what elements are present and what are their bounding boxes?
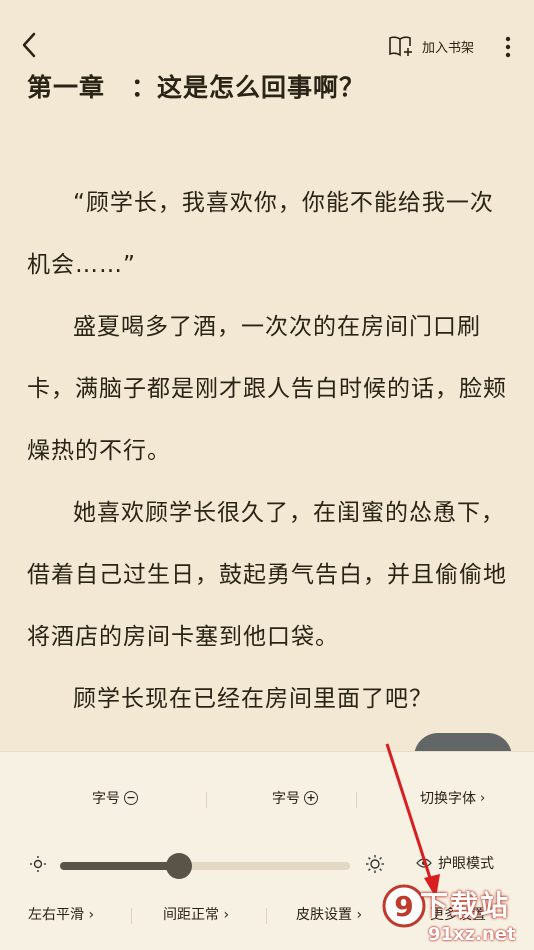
skin-settings-label: 皮肤设置: [296, 907, 352, 923]
font-size-increase-button[interactable]: 字号 +: [272, 788, 318, 808]
minus-icon: −: [124, 791, 138, 805]
font-settings-row: 字号 − 字号 + 切换字体 ›: [0, 788, 534, 812]
brightness-slider-thumb[interactable]: [166, 853, 192, 879]
brightness-slider[interactable]: [60, 853, 350, 879]
add-to-shelf-label: 加入书架: [422, 40, 475, 56]
back-arrow-icon[interactable]: [14, 28, 44, 62]
divider: [356, 792, 357, 808]
eye-care-label: 护眼模式: [438, 856, 494, 872]
divider: [266, 908, 267, 924]
font-size-label: 字号: [92, 791, 120, 807]
paragraph: 她喜欢顾学长很久了，在闺蜜的怂恿下，借着自己过生日，鼓起勇气告白，并且偷偷地将酒…: [27, 500, 507, 650]
add-to-shelf-button[interactable]: 加入书架: [388, 32, 474, 60]
font-size-label: 字号: [272, 791, 300, 807]
chevron-right-icon: ›: [219, 907, 230, 923]
page-turn-label: 左右平滑: [28, 907, 84, 923]
divider: [206, 792, 207, 808]
eye-care-mode-toggle[interactable]: 护眼模式: [416, 853, 494, 873]
brightness-high-icon: [366, 855, 384, 873]
page-turn-mode-button[interactable]: 左右平滑 ›: [28, 904, 94, 924]
font-size-decrease-button[interactable]: 字号 −: [92, 788, 138, 808]
chevron-right-icon: ›: [480, 790, 486, 806]
chevron-right-icon: ›: [352, 907, 363, 923]
book-add-icon: [389, 36, 412, 57]
top-bar: 加入书架: [0, 0, 534, 72]
skin-settings-button[interactable]: 皮肤设置 ›: [296, 904, 362, 924]
site-watermark: 9 下载站 91xz.net: [376, 880, 534, 950]
line-spacing-label: 间距正常: [163, 907, 219, 923]
divider: [131, 908, 132, 924]
plus-icon: +: [304, 791, 318, 805]
brightness-low-icon: [30, 856, 46, 872]
switch-font-label: 切换字体: [420, 791, 476, 807]
svg-text:9: 9: [394, 890, 413, 923]
line-spacing-button[interactable]: 间距正常 ›: [163, 904, 229, 924]
paragraph: “顾学长，我喜欢你，你能不能给我一次机会……”: [27, 190, 494, 278]
watermark-brand: 下载站: [420, 889, 511, 922]
chapter-title: 第一章 ：这是怎么回事啊？: [27, 73, 366, 102]
more-vertical-icon[interactable]: [498, 34, 518, 60]
reading-content: “顾学长，我喜欢你，你能不能给我一次机会……” 盛夏喝多了酒，一次次的在房间门口…: [27, 172, 512, 730]
paragraph: 顾学长现在已经在房间里面了吧？: [73, 686, 433, 712]
brightness-slider-fill: [60, 862, 179, 870]
eye-icon: [416, 858, 432, 868]
chevron-right-icon: ›: [84, 907, 95, 923]
paragraph: 盛夏喝多了酒，一次次的在房间门口刷卡，满脑子都是刚才跟人告白时候的话，脸颊燥热的…: [27, 314, 507, 464]
switch-font-button[interactable]: 切换字体 ›: [420, 788, 485, 808]
watermark-domain: 91xz.net: [428, 924, 516, 945]
